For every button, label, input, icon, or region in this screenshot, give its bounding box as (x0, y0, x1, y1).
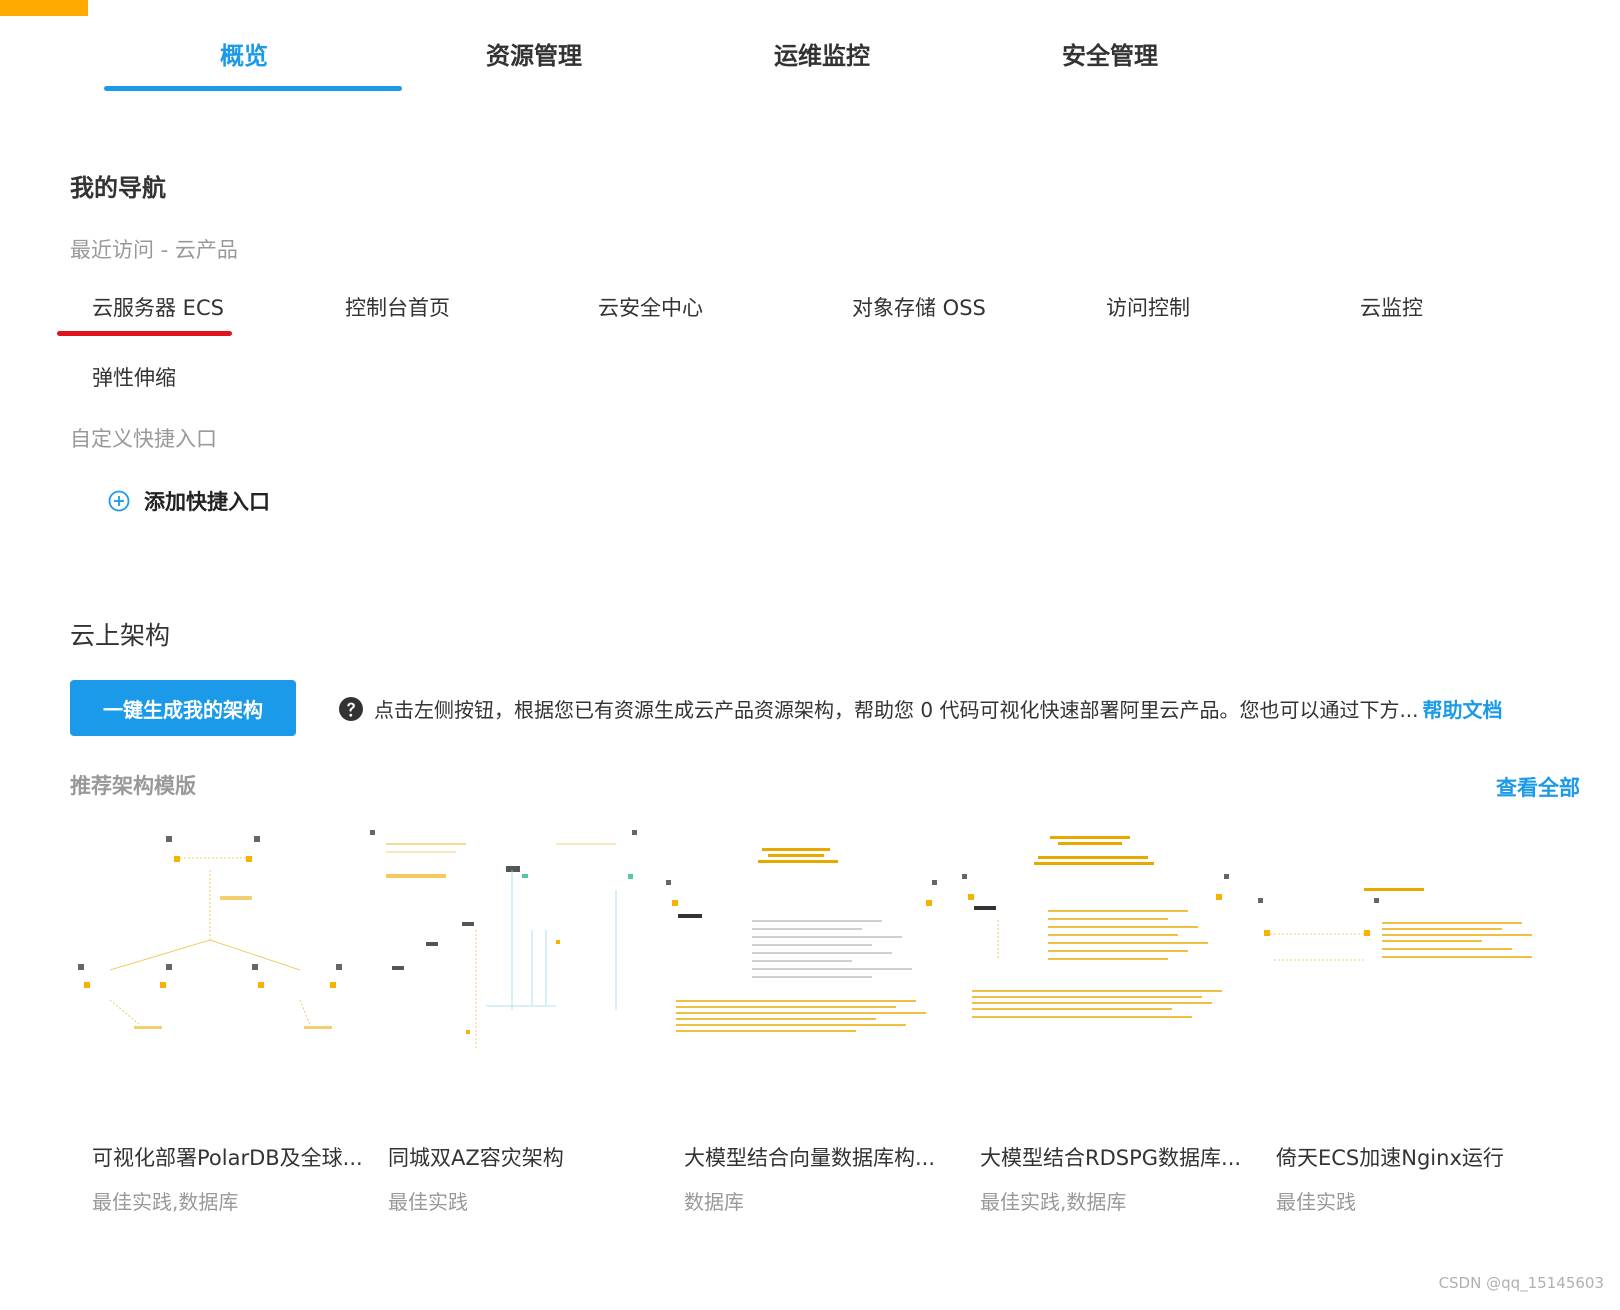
recent-item-ecs[interactable]: 云服务器 ECS (92, 292, 224, 322)
template-name: 倚天ECS加速Nginx运行 (1276, 1146, 1504, 1170)
template-tags: 最佳实践,数据库 (92, 1190, 239, 1214)
template-tags: 最佳实践 (1276, 1190, 1356, 1214)
recent-item-oss[interactable]: 对象存储 OSS (852, 292, 986, 322)
custom-shortcuts-label: 自定义快捷入口 (70, 427, 217, 451)
generate-architecture-button[interactable]: 一键生成我的架构 (70, 680, 296, 736)
architecture-diagram-thumbnail (1258, 888, 1532, 961)
recent-item-security-center[interactable]: 云安全中心 (598, 292, 703, 322)
recent-item-auto-scaling[interactable]: 弹性伸缩 (92, 362, 176, 392)
watermark: CSDN @qq_15145603 (1438, 1274, 1604, 1292)
architecture-help-row: 点击左侧按钮，根据您已有资源生成云产品资源架构，帮助您 0 代码可视化快速部署阿… (338, 694, 1503, 723)
architecture-diagram-thumbnail (666, 848, 937, 1032)
add-shortcut-label: 添加快捷入口 (144, 490, 270, 514)
template-name: 可视化部署PolarDB及全球... (92, 1146, 363, 1170)
template-tags: 最佳实践 (388, 1190, 468, 1214)
architecture-diagram-thumbnail (78, 836, 342, 1029)
tab-resource-management[interactable]: 资源管理 (384, 36, 684, 70)
template-card[interactable]: 可视化部署PolarDB及全球... 最佳实践,数据库 (70, 830, 366, 1230)
recommended-templates-title: 推荐架构模版 (70, 774, 196, 798)
architecture-diagram-thumbnail (370, 830, 637, 1050)
template-name: 同城双AZ容灾架构 (388, 1146, 564, 1170)
add-shortcut-button[interactable]: 添加快捷入口 (108, 486, 270, 516)
active-tab-indicator (104, 86, 402, 91)
recent-item-access-control[interactable]: 访问控制 (1106, 292, 1190, 322)
template-card[interactable]: 同城双AZ容灾架构 最佳实践 (366, 830, 662, 1230)
template-card[interactable]: 大模型结合RDSPG数据库... 最佳实践,数据库 (958, 830, 1254, 1230)
architecture-help-text: 点击左侧按钮，根据您已有资源生成云产品资源架构，帮助您 0 代码可视化快速部署阿… (374, 698, 1419, 722)
template-card[interactable]: 大模型结合向量数据库构... 数据库 (662, 830, 958, 1230)
template-tags: 最佳实践,数据库 (980, 1190, 1127, 1214)
plus-circle-icon (108, 490, 130, 512)
help-docs-link[interactable]: 帮助文档 (1423, 694, 1503, 723)
template-tags: 数据库 (684, 1190, 744, 1214)
top-tabs: 概览 资源管理 运维监控 安全管理 (0, 0, 1620, 110)
template-card[interactable]: 倚天ECS加速Nginx运行 最佳实践 (1254, 830, 1550, 1230)
tab-security-management[interactable]: 安全管理 (960, 36, 1260, 70)
recent-item-console-home[interactable]: 控制台首页 (345, 292, 450, 322)
template-name: 大模型结合向量数据库构... (684, 1146, 936, 1170)
recent-visits-label: 最近访问 - 云产品 (70, 238, 238, 262)
question-circle-icon (339, 696, 363, 721)
console-overview-page: 概览 资源管理 运维监控 安全管理 我的导航 最近访问 - 云产品 云服务器 E… (0, 0, 1620, 1310)
architecture-title: 云上架构 (70, 621, 171, 650)
template-name: 大模型结合RDSPG数据库... (980, 1146, 1242, 1170)
view-all-link[interactable]: 查看全部 (1496, 772, 1580, 802)
tab-overview[interactable]: 概览 (94, 36, 394, 70)
recent-item-cloud-monitor[interactable]: 云监控 (1360, 292, 1423, 322)
tab-ops-monitoring[interactable]: 运维监控 (672, 36, 972, 70)
highlight-underline (57, 331, 232, 336)
architecture-diagram-thumbnail (962, 836, 1229, 1018)
my-nav-title: 我的导航 (70, 174, 166, 202)
